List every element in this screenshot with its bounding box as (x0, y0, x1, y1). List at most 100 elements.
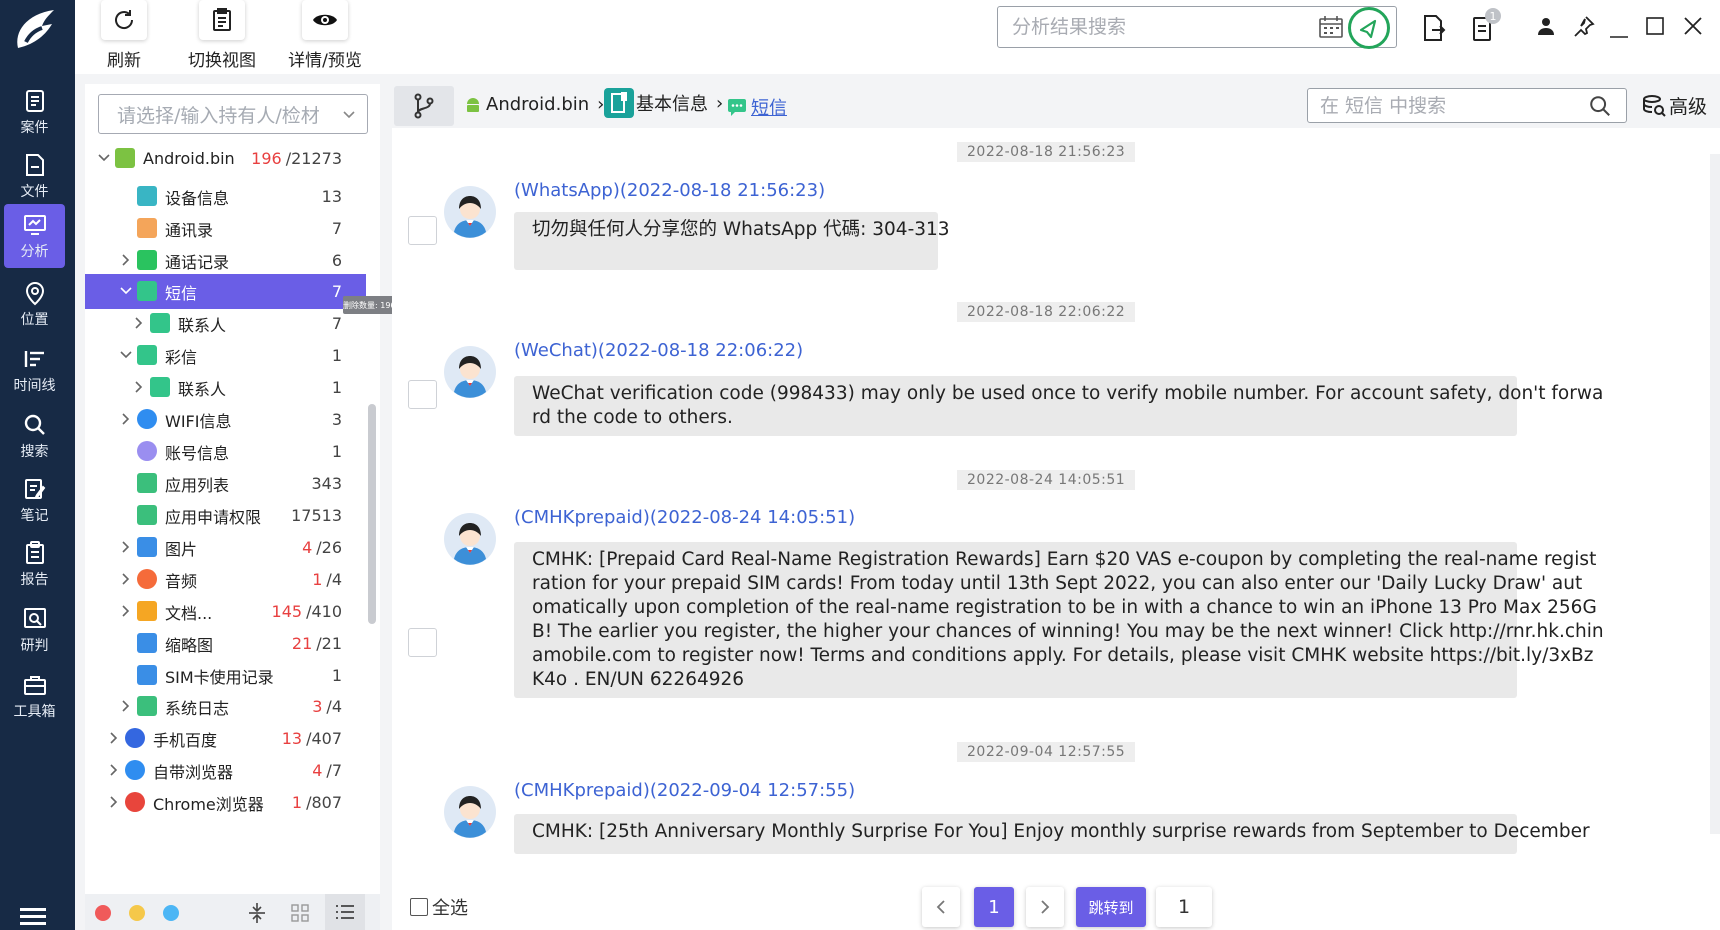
message-sender[interactable]: (WhatsApp)(2022-08-18 21:56:23) (514, 180, 825, 201)
minimize-button[interactable] (1610, 24, 1628, 43)
tree-row[interactable]: 通讯录 7 (85, 211, 366, 246)
nav-item-judge[interactable]: 研判 (4, 598, 65, 662)
chevron-down-icon[interactable] (119, 284, 133, 298)
blue-dot-filter[interactable] (163, 905, 179, 921)
nav-item-report[interactable]: 报告 (4, 532, 65, 596)
red-dot-filter[interactable] (95, 905, 111, 921)
tree-row[interactable]: SIM卡使用记录 1 (85, 658, 366, 693)
sms-search-input[interactable] (1308, 90, 1588, 121)
message-checkbox[interactable] (408, 380, 437, 409)
chevron-left-icon (936, 900, 945, 914)
refresh-button[interactable]: 刷新 (101, 0, 147, 74)
chevron-right-icon[interactable] (132, 380, 146, 394)
tree-row[interactable]: Chrome浏览器 1/807 (85, 785, 366, 820)
chevron-right-icon[interactable] (119, 540, 133, 554)
chevron-right-icon[interactable] (119, 699, 133, 713)
tree-row[interactable]: 音频 1/4 (85, 562, 366, 597)
nav-item-timeline[interactable]: 时间线 (4, 338, 65, 402)
tree-row-label: SIM卡使用记录 (165, 667, 274, 687)
message-sender[interactable]: (WeChat)(2022-08-18 22:06:22) (514, 340, 803, 361)
tree-row[interactable]: 缩略图 21/21 (85, 626, 366, 661)
prev-page-button[interactable] (922, 887, 960, 927)
jump-to-button[interactable]: 跳转到 (1076, 887, 1146, 927)
nav-item-case[interactable]: 案件 (4, 80, 65, 144)
shield-status-button[interactable] (1347, 6, 1391, 54)
holder-select[interactable]: 请选择/输入持有人/检材 (98, 94, 368, 134)
list-view-button[interactable] (325, 894, 365, 930)
nav-item-notes[interactable]: 笔记 (4, 468, 65, 532)
pin-button[interactable] (1573, 15, 1595, 41)
tree-row[interactable]: 手机百度 13/407 (85, 721, 366, 756)
switch-view-button[interactable]: 切换视图 (167, 0, 277, 74)
task-list-button[interactable]: 1 (1471, 8, 1501, 46)
chevron-right-icon[interactable] (119, 412, 133, 426)
chevron-right-icon[interactable] (132, 316, 146, 330)
select-all-checkbox[interactable]: 全选 (410, 894, 468, 920)
tree-row[interactable]: 自带浏览器 4/7 (85, 753, 366, 788)
chevron-down-icon[interactable] (97, 151, 111, 165)
user-button[interactable] (1536, 16, 1556, 40)
total-count: 17513 (291, 506, 342, 525)
tree-row-label: 图片 (165, 539, 198, 559)
message-checkbox[interactable] (408, 216, 437, 245)
tree-row-label: 文档... (165, 603, 213, 623)
yellow-dot-filter[interactable] (129, 905, 145, 921)
breadcrumb-current[interactable]: 短信 (727, 94, 787, 120)
message-checkbox[interactable] (408, 628, 437, 657)
tree-row[interactable]: 应用申请权限 17513 (85, 498, 366, 533)
baidu-icon (125, 728, 145, 748)
calendar-icon[interactable] (1318, 15, 1344, 39)
nav-item-search[interactable]: 搜索 (4, 404, 65, 468)
tree-row[interactable]: 短信 7 (85, 274, 366, 309)
nav-item-location[interactable]: 位置 (4, 272, 65, 336)
nav-label: 笔记 (20, 507, 49, 524)
tree-row[interactable]: 图片 4/26 (85, 530, 366, 565)
total-count: 1 (331, 666, 342, 685)
clipboard-icon (213, 8, 231, 31)
tree-row[interactable]: 彩信 1 (85, 338, 366, 373)
analysis-search-input[interactable] (998, 9, 1318, 45)
grid-view-icon[interactable] (291, 904, 309, 922)
tree-row[interactable]: Android.bin 196/21273 (85, 141, 366, 176)
detail-preview-button[interactable]: 详情/预览 (275, 0, 375, 74)
chevron-down-icon[interactable] (119, 348, 133, 362)
chevron-right-icon[interactable] (119, 572, 133, 586)
chevron-right-icon[interactable] (107, 731, 121, 745)
nav-item-toolbox[interactable]: 工具箱 (4, 664, 65, 728)
chevron-right-icon[interactable] (119, 253, 133, 267)
maximize-button[interactable] (1646, 17, 1664, 39)
advanced-search-button[interactable]: 高级 (1642, 92, 1707, 119)
next-page-button[interactable] (1026, 887, 1064, 927)
chevron-right-icon[interactable] (119, 604, 133, 618)
avatar (444, 513, 496, 565)
tree-row[interactable]: 通话记录 6 (85, 243, 366, 278)
message-sender[interactable]: (CMHKprepaid)(2022-08-24 14:05:51) (514, 507, 855, 528)
branch-button[interactable] (394, 86, 454, 126)
audio-icon (137, 569, 157, 589)
tree-row[interactable]: 联系人 1 (85, 370, 366, 405)
tree-row[interactable]: WIFI信息 3 (85, 402, 366, 437)
breadcrumb-root[interactable]: Android.bin › (464, 94, 604, 115)
tree-row[interactable]: 账号信息 1 (85, 434, 366, 469)
message-scrollbar[interactable] (1710, 154, 1720, 834)
breadcrumb-level2[interactable]: 基本信息 › (604, 88, 723, 118)
tree-row[interactable]: 设备信息 13 (85, 179, 366, 214)
chevron-right-icon[interactable] (107, 763, 121, 777)
tree-row[interactable]: 文档... 145/410 (85, 594, 366, 629)
message-sender[interactable]: (CMHKprepaid)(2022-09-04 12:57:55) (514, 780, 855, 801)
chevron-right-icon[interactable] (107, 795, 121, 809)
tree-scrollbar[interactable] (368, 404, 376, 624)
tree-row[interactable]: 系统日志 3/4 (85, 689, 366, 724)
nav-item-file[interactable]: 文件 (4, 144, 65, 208)
search-icon[interactable] (1588, 94, 1612, 118)
export-button[interactable] (1421, 14, 1447, 46)
page-number-current[interactable]: 1 (974, 887, 1014, 927)
close-button[interactable] (1684, 17, 1702, 39)
menu-icon[interactable] (20, 908, 46, 925)
message-text-line: CMHK: [25th Anniversary Monthly Surprise… (532, 821, 1590, 842)
collapse-all-icon[interactable] (247, 902, 267, 924)
tree-row[interactable]: 应用列表 343 (85, 466, 366, 501)
jump-page-input[interactable]: 1 (1156, 887, 1212, 927)
nav-item-analysis[interactable]: 分析 (4, 204, 65, 268)
tree-row[interactable]: 联系人 7 (85, 306, 366, 341)
